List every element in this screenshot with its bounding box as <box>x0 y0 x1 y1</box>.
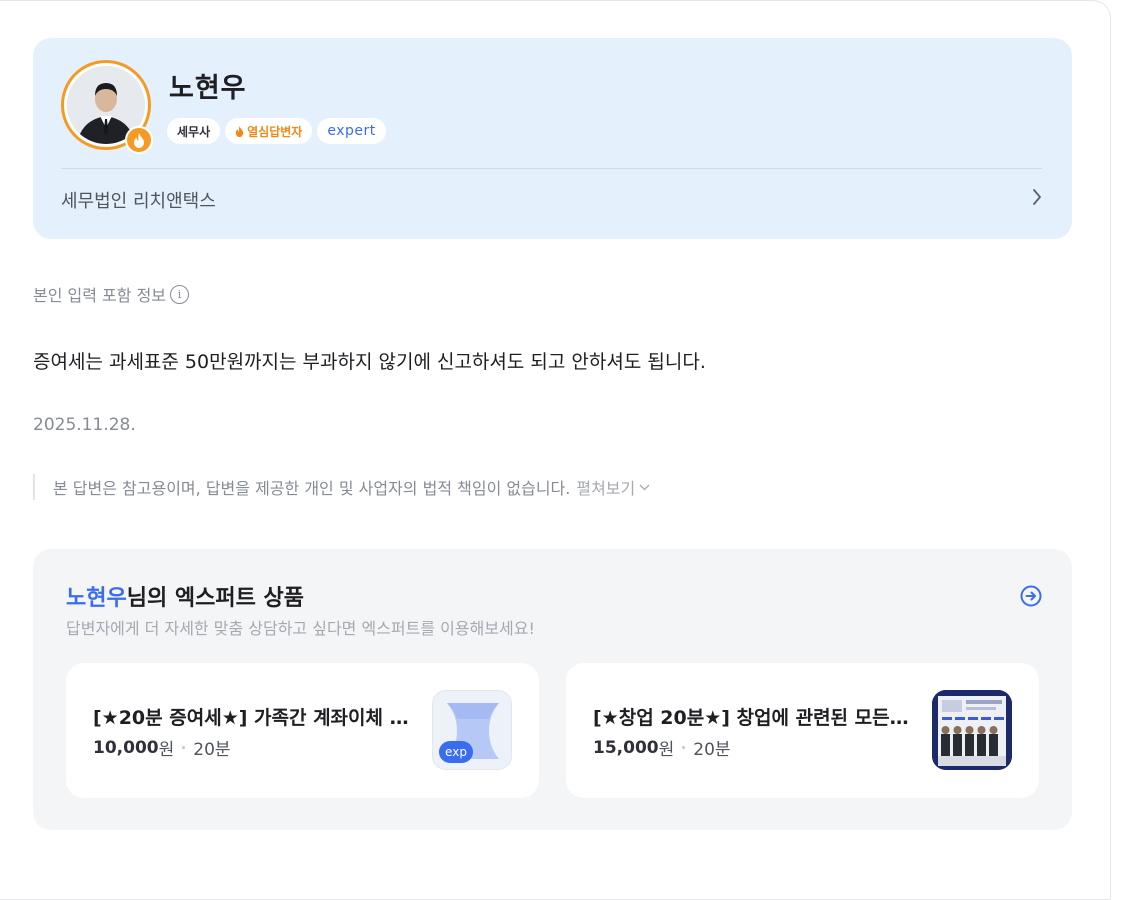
badge-tax-accountant: 세무사 <box>167 118 221 144</box>
product-thumbnail: exp <box>432 690 512 770</box>
info-icon[interactable]: i <box>170 284 190 304</box>
product-name: [★창업 20분★] 창업에 관련된 모든 상담 <box>593 707 913 729</box>
product-name: [★20분 증여세★] 가족간 계좌이체 증여세 상담 <box>93 707 413 729</box>
disclaimer: 본 답변은 참고용이며, 답변을 제공한 개인 및 사업자의 법적 책임이 없습… <box>33 474 650 500</box>
info-label: 본인 입력 포함 정보 i <box>33 282 190 306</box>
svg-text:exp: exp <box>445 745 467 759</box>
expand-button[interactable]: 펼쳐보기 <box>576 475 650 499</box>
product-thumbnail <box>932 690 1012 770</box>
product-duration: 20분 <box>193 740 231 760</box>
products-subtitle: 답변자에게 더 자세한 맞춤 상담하고 싶다면 엑스퍼트를 이용해보세요! <box>66 619 535 638</box>
arrow-circle-right-icon[interactable] <box>1020 585 1042 607</box>
product-meta: 10,000 원 20분 <box>93 735 231 761</box>
avatar[interactable] <box>61 60 153 154</box>
badge-list: 세무사 열심답변자 expert <box>167 118 386 144</box>
product-meta: 15,000 원 20분 <box>593 735 731 761</box>
product-duration: 20분 <box>693 740 731 760</box>
expert-products-section: 노현우님의 엑스퍼트 상품 답변자에게 더 자세한 맞춤 상담하고 싶다면 엑스… <box>33 549 1072 830</box>
product-card[interactable]: [★창업 20분★] 창업에 관련된 모든 상담 15,000 원 20분 <box>566 663 1039 798</box>
firm-name[interactable]: 세무법인 리치앤택스 <box>61 187 216 213</box>
badge-hot-answerer: 열심답변자 <box>225 118 313 144</box>
product-card[interactable]: [★20분 증여세★] 가족간 계좌이체 증여세 상담 10,000원 20분 … <box>66 663 539 798</box>
answer-text: 증여세는 과세표준 50만원까지는 부과하지 않기에 신고하셔도 되고 안하셔도… <box>33 351 706 373</box>
expert-name[interactable]: 노현우 <box>169 66 247 105</box>
chevron-right-icon[interactable] <box>1032 188 1042 206</box>
answer-date: 2025.11.28. <box>33 415 136 435</box>
chevron-down-icon <box>639 484 650 490</box>
product-price: 15,000 <box>593 737 659 758</box>
fire-icon <box>125 126 153 154</box>
expert-profile-card[interactable]: 노현우 세무사 열심답변자 expert 세무법인 리치앤택스 <box>33 38 1072 239</box>
product-price: 10,000 <box>93 737 159 758</box>
badge-expert: expert <box>317 118 386 144</box>
products-title: 노현우님의 엑스퍼트 상품 <box>66 586 304 611</box>
divider <box>61 168 1042 169</box>
fire-icon <box>235 125 244 137</box>
